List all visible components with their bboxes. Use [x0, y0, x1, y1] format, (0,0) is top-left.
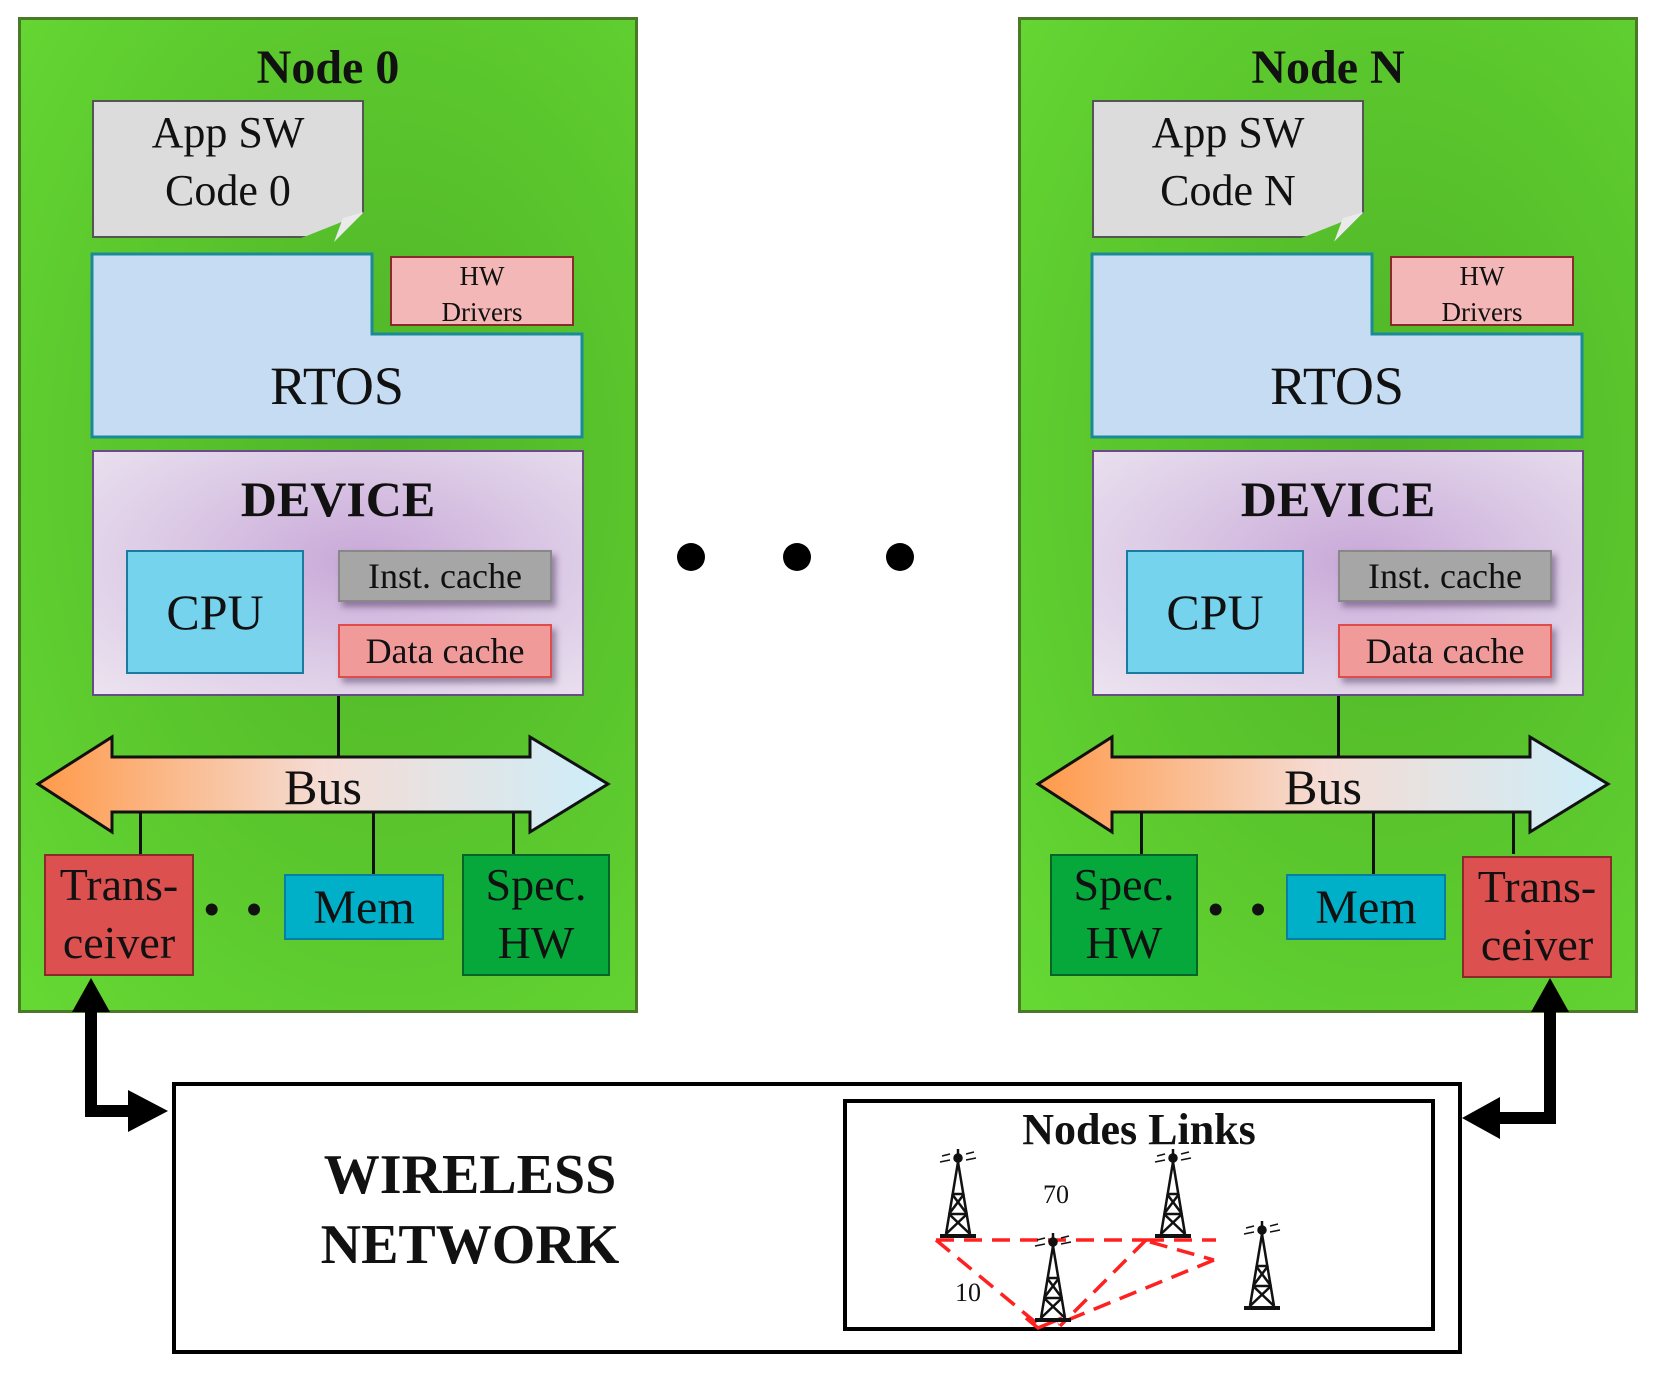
node-n-bus-connector-mem	[1372, 812, 1375, 874]
node-n-spec-hw: Spec. HW	[1050, 854, 1198, 976]
node-0-bus-connector-transceiver	[139, 812, 142, 854]
node-0-spec-hw: Spec. HW	[462, 854, 610, 976]
node-0-bus-connector-mem	[372, 812, 375, 874]
radio-tower-icon	[1154, 1149, 1192, 1238]
node-n-transceiver: Trans- ceiver	[1462, 856, 1612, 978]
radio-tower-icon	[1034, 1233, 1072, 1322]
node-n-inst-cache: Inst. cache	[1338, 550, 1552, 602]
node-n-data-cache: Data cache	[1338, 624, 1552, 678]
hw-drivers-line2: Drivers	[441, 297, 523, 327]
node-n-device-bus-connector	[1337, 696, 1340, 758]
node-0-cpu: CPU	[126, 550, 304, 674]
spec-hw-line2: HW	[1085, 917, 1163, 968]
hw-drivers-line2: Drivers	[1441, 297, 1523, 327]
radio-tower-icon	[939, 1149, 977, 1238]
node-n-hw-drivers: HW Drivers	[1390, 256, 1574, 327]
app-sw-line1: App SW	[151, 108, 305, 157]
node-n-bus-connector-transceiver	[1512, 812, 1515, 854]
hw-drivers-line1: HW	[459, 261, 505, 291]
node-0-bus-connector-spec-hw	[512, 812, 515, 854]
node-0-bus-label: Bus	[284, 759, 362, 815]
transceiver-line1: Trans-	[59, 859, 179, 910]
transceiver-line2: ceiver	[62, 917, 176, 968]
node-0-inst-cache: Inst. cache	[338, 550, 552, 602]
wireless-network-line2: NETWORK	[320, 1214, 620, 1276]
node-n-title: Node N	[1251, 41, 1405, 94]
spec-hw-line2: HW	[497, 917, 575, 968]
node-0-data-cache: Data cache	[338, 624, 552, 678]
radio-tower-icon	[1243, 1221, 1281, 1310]
node-n-rtos-label: RTOS	[1270, 356, 1404, 416]
node-n-bus-connector-spec-hw	[1140, 812, 1143, 854]
node-0-title: Node 0	[256, 41, 400, 94]
node-0-hw-drivers: HW Drivers	[390, 256, 574, 327]
link-label-70: 70	[1043, 1180, 1069, 1209]
node-0-app-sw-code: App SW Code 0	[92, 100, 364, 238]
wireless-network-label: WIRELESS NETWORK	[240, 1140, 700, 1280]
app-sw-line2: Code N	[1160, 166, 1296, 215]
ellipsis-dot-2	[783, 543, 811, 571]
app-sw-line2: Code 0	[165, 166, 291, 215]
transceiver-line1: Trans-	[1477, 861, 1597, 912]
node-n-mem: Mem	[1286, 874, 1446, 940]
node-0-device-bus-connector	[337, 696, 340, 758]
ellipsis-dot-1	[677, 543, 705, 571]
node-0-device-title: DEVICE	[240, 471, 436, 527]
node-0-transceiver: Trans- ceiver	[44, 854, 194, 976]
hw-drivers-line1: HW	[1459, 261, 1505, 291]
node-n-device-title: DEVICE	[1240, 471, 1436, 527]
wireless-network-line1: WIRELESS	[323, 1144, 617, 1206]
node-0-mem: Mem	[284, 874, 444, 940]
transceiver-line2: ceiver	[1480, 919, 1594, 970]
link-label-10: 10	[955, 1278, 981, 1307]
node-n-cpu: CPU	[1126, 550, 1304, 674]
spec-hw-line1: Spec.	[1073, 859, 1175, 910]
ellipsis-dot-3	[886, 543, 914, 571]
node-0-rtos-label: RTOS	[270, 356, 404, 416]
node-n-app-sw-code: App SW Code N	[1092, 100, 1364, 238]
node-n-bus-label: Bus	[1284, 759, 1362, 815]
spec-hw-line1: Spec.	[485, 859, 587, 910]
app-sw-line1: App SW	[1151, 108, 1305, 157]
